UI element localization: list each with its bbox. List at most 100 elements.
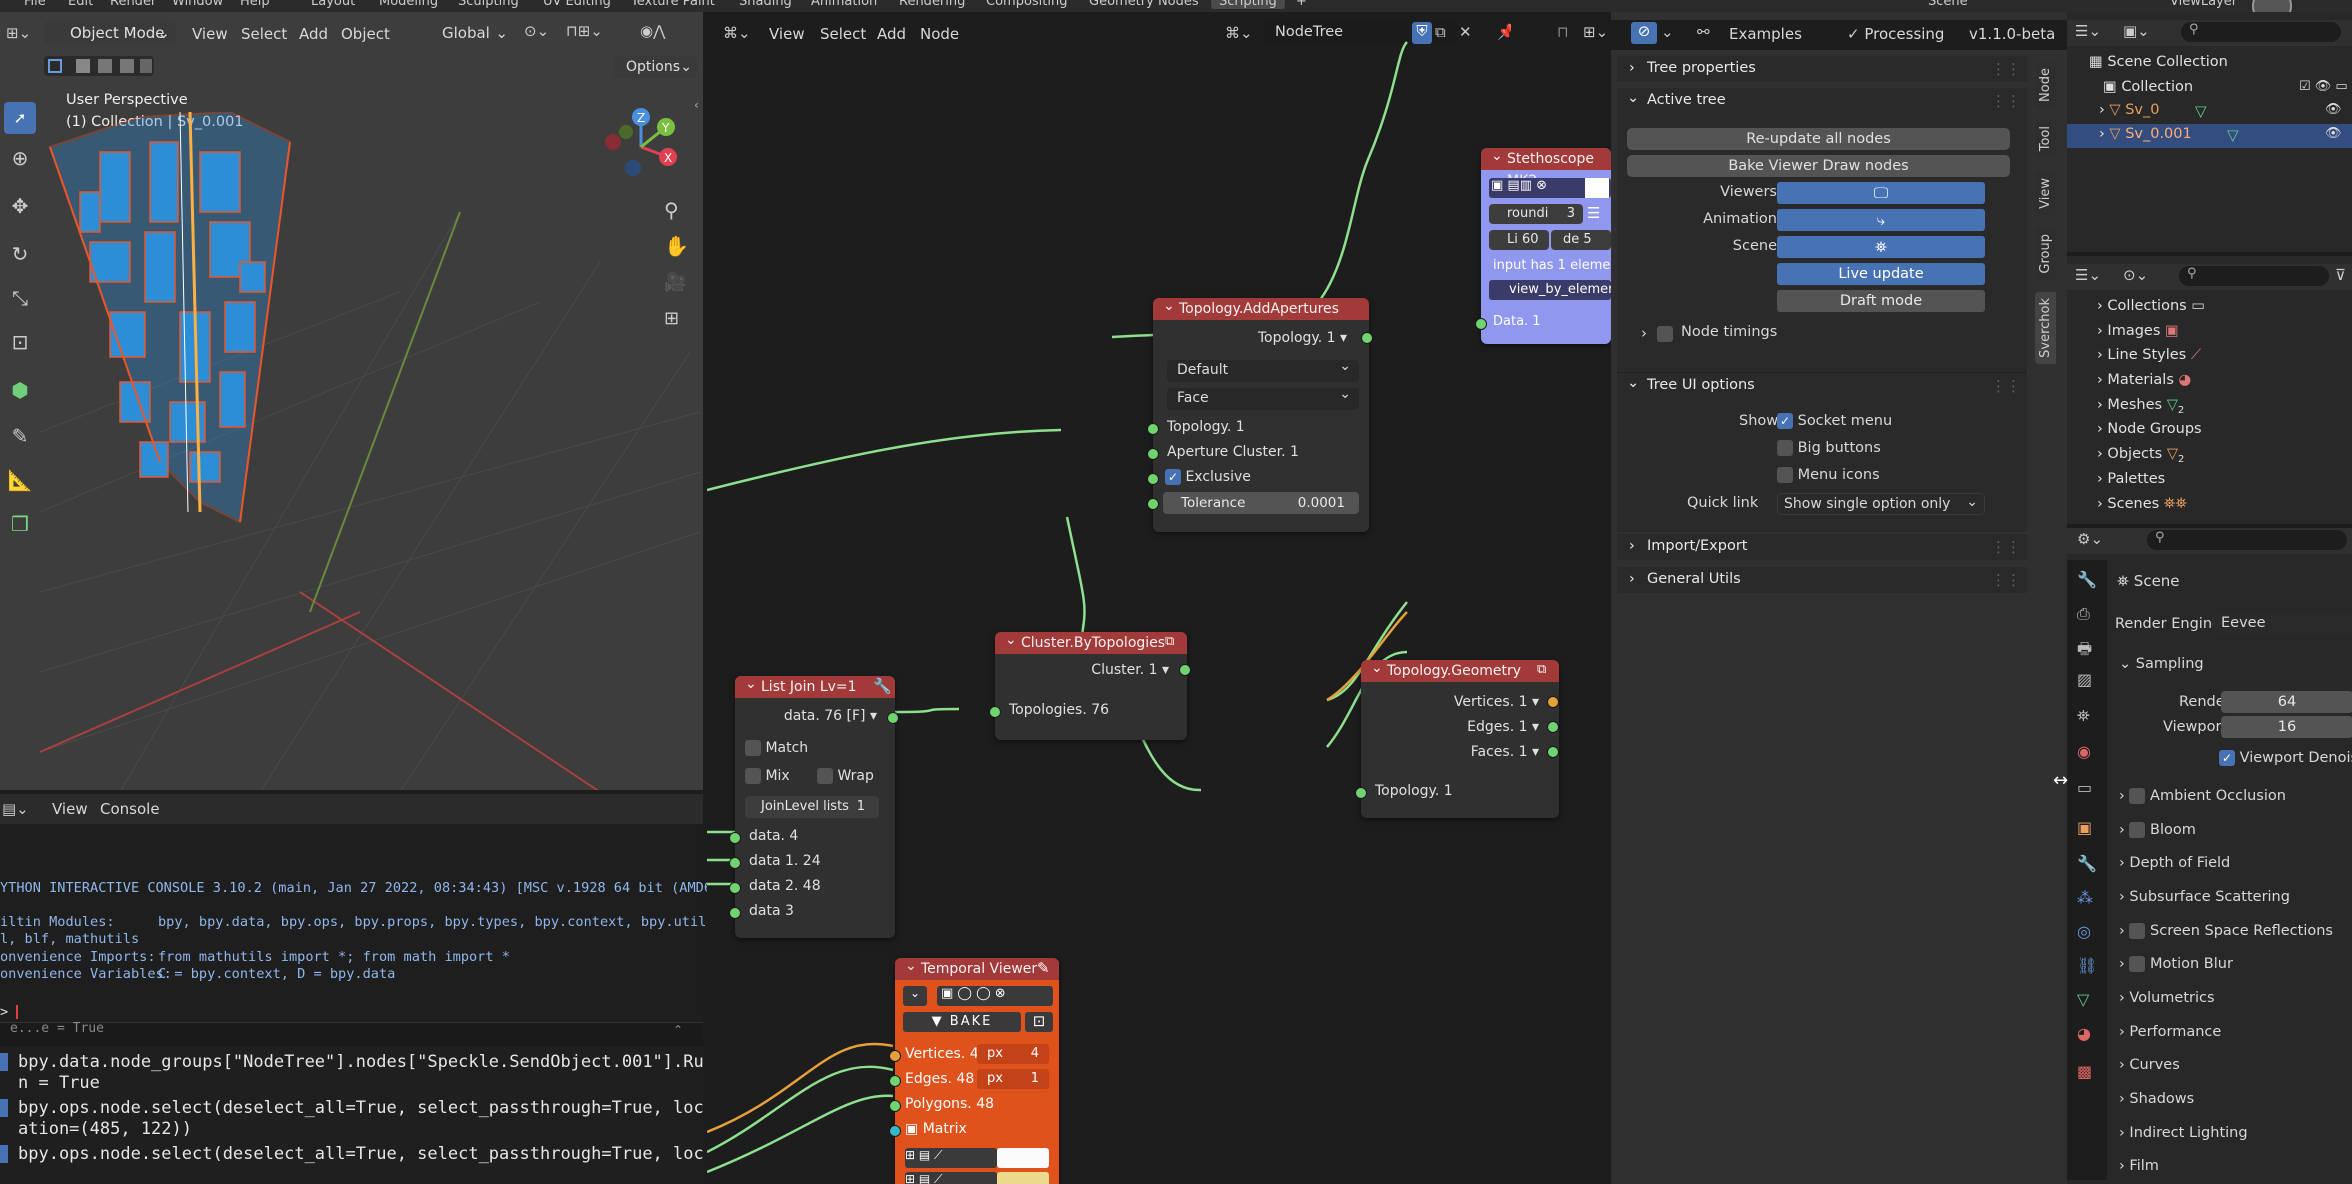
match-checkbox[interactable]: Match bbox=[745, 740, 808, 756]
options-dropdown[interactable]: Options ⌄ bbox=[614, 56, 698, 78]
browser-palettes[interactable]: › Palettes bbox=[2097, 471, 2165, 487]
line-count-field[interactable]: Li 60 bbox=[1489, 230, 1549, 250]
tool-tab-icon[interactable]: 🔧 bbox=[2077, 570, 2097, 589]
physics-tab-icon[interactable]: ◎ bbox=[2077, 922, 2091, 941]
wrench-icon[interactable]: 🔧 bbox=[873, 677, 892, 695]
tab-texture-paint[interactable]: Texture Paint bbox=[631, 0, 715, 9]
properties-editor[interactable]: ⚙⌄ ⚲ 🔧 ⎙ 🖶 ▨ ⛯ ◉ ▭ ▣ 🔧 ⁂ ◎ ⛓ ▽ ◕ ▩ ⛯ Sce… bbox=[2067, 528, 2352, 1184]
menu-icons-checkbox[interactable]: Menu icons bbox=[1777, 467, 1880, 483]
node-list-join[interactable]: List Join Lv=1 🔧 data. 76 [F] ▾ Match Mi… bbox=[729, 673, 899, 938]
filter-icon[interactable]: ⊽ bbox=[2335, 266, 2346, 284]
vertex-size-field[interactable]: px 4 bbox=[977, 1044, 1049, 1064]
quick-link-dropdown[interactable]: Show single option only ⌄ bbox=[1777, 493, 1985, 515]
curves-panel[interactable]: › Curves bbox=[2119, 1057, 2180, 1073]
outliner-type-icon[interactable]: ☰⌄ bbox=[2075, 22, 2101, 40]
node-temporal-viewer[interactable]: Temporal Viewer ✎ ⌄ ▣ ◯ ◯ ⊗ ▼ BAKE ⊡ Ver… bbox=[889, 955, 1059, 1184]
user-avatar[interactable] bbox=[2252, 0, 2292, 12]
animation-toggle[interactable]: ⤷ bbox=[1777, 209, 1985, 231]
browser-materials[interactable]: › Materials ◕ bbox=[2097, 372, 2191, 388]
python-console[interactable]: ▤⌄ View Console YTHON INTERACTIVE CONSOL… bbox=[0, 794, 739, 1184]
scene-toggle[interactable]: ⛯ bbox=[1777, 236, 1985, 258]
annotate-tool-icon[interactable]: ⬢ bbox=[4, 378, 36, 402]
cursor-tool-icon[interactable]: ⊕ bbox=[4, 146, 36, 170]
panel-tree-properties[interactable]: › Tree properties ⋮⋮ bbox=[1617, 56, 2027, 82]
browser-search[interactable]: ⚲ bbox=[2179, 266, 2329, 286]
menu-render[interactable]: Render bbox=[110, 0, 156, 9]
node-header[interactable]: Temporal Viewer bbox=[895, 955, 1059, 980]
panel-import-export[interactable]: › Import/Export ⋮⋮ bbox=[1617, 534, 2027, 560]
render-samples-field[interactable]: 64 bbox=[2221, 691, 2352, 713]
viewport-menu-add[interactable]: Add bbox=[299, 25, 328, 43]
snap-magnet-icon[interactable]: ⊓ bbox=[1557, 23, 1569, 41]
add-workspace-icon[interactable]: + bbox=[1296, 0, 1307, 9]
console-editor-icon[interactable]: ▤⌄ bbox=[2, 800, 29, 818]
socket-menu-checkbox[interactable]: ✓ Socket menu bbox=[1777, 413, 1892, 429]
tab-modeling[interactable]: Modeling bbox=[379, 0, 438, 9]
round-field[interactable]: roundi 3 bbox=[1489, 204, 1583, 224]
constraints-tab-icon[interactable]: ⛓ bbox=[2077, 956, 2097, 975]
motion-blur-panel[interactable]: › Motion Blur bbox=[2119, 956, 2233, 972]
mode-dropdown[interactable]: Object Mode ⌄ bbox=[44, 21, 176, 45]
browser-type-icon[interactable]: ☰⌄ bbox=[2075, 266, 2101, 284]
menu-edit[interactable]: Edit bbox=[68, 0, 93, 9]
tab-layout[interactable]: Layout bbox=[311, 0, 355, 9]
tab-scripting[interactable]: Scripting bbox=[1211, 0, 1285, 9]
node-editor[interactable]: ⌘⌄ View Select Add Node ⌘⌄ NodeTree ⛨ ⧉ … bbox=[707, 12, 1611, 1184]
console-menu-view[interactable]: View bbox=[52, 800, 88, 818]
vertex-color-swatch[interactable]: ⊞ ▤ ⟋ bbox=[905, 1148, 997, 1168]
tolerance-field[interactable]: Tolerance 0.0001 bbox=[1163, 492, 1359, 514]
node-add-apertures[interactable]: Topology.AddApertures Topology. 1 ▾ Defa… bbox=[1147, 295, 1373, 532]
pivot-icon[interactable]: ⊙⌄ bbox=[524, 22, 549, 40]
browser-images[interactable]: › Images ▣ bbox=[2097, 323, 2179, 339]
menu-file[interactable]: File bbox=[24, 0, 46, 9]
view-by-element-button[interactable]: view_by_element bbox=[1489, 280, 1611, 300]
bake-button[interactable]: ▼ BAKE bbox=[903, 1012, 1021, 1032]
orientation-dropdown[interactable]: Global ⌄ bbox=[416, 21, 512, 45]
measure-tool-icon[interactable]: 📐 bbox=[4, 468, 36, 492]
node-topology-geometry[interactable]: Topology.Geometry ⧉ Vertices. 1 ▾ Edges.… bbox=[1355, 657, 1559, 818]
node-header[interactable]: List Join Lv=1 bbox=[735, 673, 895, 698]
tab-uv-editing[interactable]: UV Editing bbox=[543, 0, 611, 9]
view-toggle[interactable]: ⌄ bbox=[903, 986, 927, 1006]
node-header[interactable]: Topology.AddApertures bbox=[1153, 295, 1369, 320]
node-stethoscope[interactable]: Stethoscope MK2 ▣ ▤▥ ⊗ roundi3 ☰ Li 60 d… bbox=[1475, 145, 1611, 344]
select-mode-buttons[interactable] bbox=[44, 56, 154, 76]
move-tool-icon[interactable]: ✥ bbox=[4, 194, 36, 218]
viewport-menu-object[interactable]: Object bbox=[341, 25, 390, 43]
tab-sverchok[interactable]: Sverchok bbox=[2035, 292, 2056, 364]
viewport-menu-view[interactable]: View bbox=[192, 25, 228, 43]
snap-icon[interactable]: ⊓⊞⌄ bbox=[566, 22, 603, 40]
menu-help[interactable]: Help bbox=[240, 0, 270, 9]
console-prompt[interactable]: > bbox=[0, 1004, 703, 1024]
tab-shading[interactable]: Shading bbox=[739, 0, 792, 9]
node-header[interactable]: Topology.Geometry bbox=[1361, 657, 1559, 682]
indirect-lighting-panel[interactable]: › Indirect Lighting bbox=[2119, 1125, 2248, 1141]
bloom-panel[interactable]: › Bloom bbox=[2119, 822, 2196, 838]
output-tab-icon[interactable]: 🖶 bbox=[2077, 638, 2092, 665]
texture-tab-icon[interactable]: ▩ bbox=[2077, 1062, 2092, 1081]
examples-menu[interactable]: Examples bbox=[1729, 25, 1802, 43]
node-header[interactable]: Stethoscope MK2 bbox=[1481, 145, 1611, 189]
tab-rendering[interactable]: Rendering bbox=[899, 0, 965, 9]
select-box-tool[interactable]: ➚ bbox=[4, 102, 36, 134]
viewers-toggle[interactable]: 🖵 bbox=[1777, 182, 1985, 204]
outliner-collection[interactable]: ▣ Collection bbox=[2103, 79, 2193, 95]
browser-objects[interactable]: › Objects ▽2 bbox=[2097, 446, 2184, 465]
outliner-row-sv0[interactable]: › ▽ Sv_0 ▽ 👁 bbox=[2067, 100, 2352, 124]
aperture-mode-select[interactable]: Default bbox=[1167, 356, 1359, 382]
edge-color-field[interactable] bbox=[997, 1172, 1049, 1184]
bake-viewer-button[interactable]: Bake Viewer Draw nodes bbox=[1627, 155, 2010, 177]
log-entry[interactable]: bpy.data.node_groups["NodeTree"].nodes["… bbox=[0, 1052, 704, 1073]
viewport-3d[interactable]: ⊞⌄ Object Mode ⌄ View Select Add Object G… bbox=[0, 12, 703, 790]
view-layer-field[interactable]: ViewLayer bbox=[2170, 0, 2237, 9]
properties-type-icon[interactable]: ⚙⌄ bbox=[2077, 530, 2103, 548]
menu-window[interactable]: Window bbox=[172, 0, 223, 9]
mix-checkbox[interactable]: Mix bbox=[745, 768, 790, 784]
scale-tool-icon[interactable]: ⤡ bbox=[4, 286, 36, 310]
tab-view[interactable]: View bbox=[2035, 172, 2056, 215]
vertex-color-field[interactable] bbox=[997, 1148, 1049, 1168]
tab-geometry-nodes[interactable]: Geometry Nodes bbox=[1089, 0, 1199, 9]
render-engine-dropdown[interactable]: Eevee bbox=[2213, 612, 2352, 634]
edge-width-field[interactable]: px 1 bbox=[977, 1069, 1049, 1089]
reupdate-button[interactable]: Re-update all nodes bbox=[1627, 128, 2010, 150]
